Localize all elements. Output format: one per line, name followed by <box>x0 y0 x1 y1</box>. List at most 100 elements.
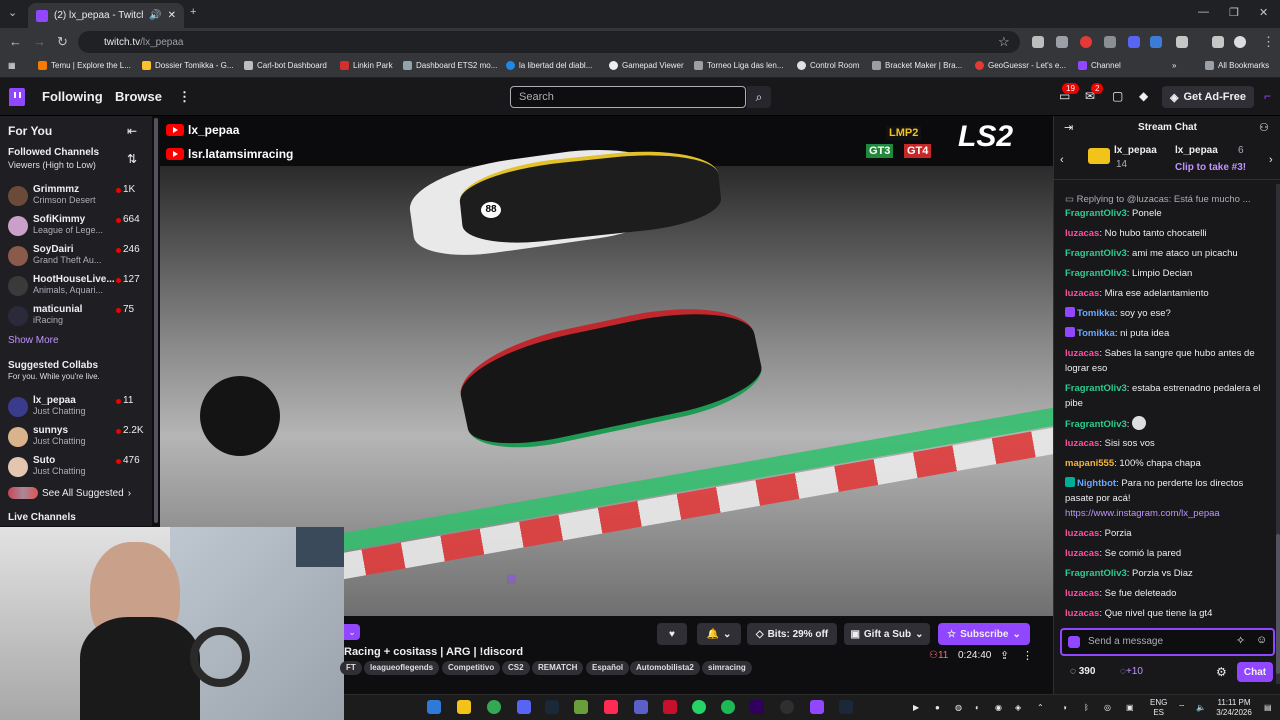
bookmark-item[interactable]: Channel <box>1078 61 1121 70</box>
app-icon[interactable] <box>634 700 648 714</box>
chat-username[interactable]: FragrantOliv3 <box>1065 208 1127 219</box>
minimize-icon[interactable]: — <box>1198 6 1209 18</box>
followed-channel[interactable]: maticunial iRacing 75 <box>8 302 148 332</box>
bookmark-item[interactable]: Carl-bot Dashboard <box>244 61 327 70</box>
points-bonus[interactable]: ◌+10 <box>1120 666 1143 677</box>
bookmark-item[interactable]: GeoGuessr - Let's e... <box>975 61 1066 70</box>
tab-close-icon[interactable]: ✕ <box>168 10 176 21</box>
extension-icon[interactable] <box>1080 36 1092 48</box>
tab-audio-icon[interactable]: 🔊 <box>149 10 161 21</box>
bits-cheer-icon[interactable]: ✧ <box>1236 634 1245 647</box>
chat-identity-icon[interactable] <box>1068 636 1080 648</box>
extension-icon[interactable] <box>1150 36 1162 48</box>
chat-username[interactable]: luzacas <box>1065 348 1099 359</box>
tag[interactable]: REMATCH <box>532 661 584 675</box>
more-menu-icon[interactable]: ⋮ <box>178 89 191 105</box>
tray-app-icon[interactable]: ◎ <box>1104 703 1111 713</box>
chat-send-button[interactable]: Chat <box>1237 662 1273 682</box>
chat-settings-icon[interactable]: ⚙ <box>1216 665 1227 679</box>
chat-username[interactable]: luzacas <box>1065 588 1099 599</box>
bookmark-star-icon[interactable]: ☆ <box>998 34 1010 50</box>
tag[interactable]: Competitivo <box>442 661 501 675</box>
notifications-bell-button[interactable]: 🔔 ⌄ <box>697 623 741 645</box>
chat-scrollbar[interactable] <box>1276 184 1280 684</box>
tray-overflow-icon[interactable]: ⌃ <box>1037 703 1044 713</box>
bookmark-item[interactable]: Linkin Park <box>340 61 393 70</box>
tag[interactable]: simracing <box>702 661 752 675</box>
all-bookmarks[interactable]: All Bookmarks <box>1205 61 1269 70</box>
app-icon[interactable] <box>574 700 588 714</box>
tag[interactable]: FT <box>340 661 362 675</box>
bookmark-item[interactable]: Control Room <box>797 61 859 70</box>
tag[interactable]: leagueoflegends <box>364 661 440 675</box>
search-icon[interactable]: ⌕ <box>747 86 771 108</box>
bits-icon[interactable]: ◆ <box>1139 89 1148 103</box>
whatsapp-icon[interactable] <box>692 700 706 714</box>
tray-headset-icon[interactable]: ◑ <box>1062 703 1067 713</box>
profile-icon[interactable]: ⌐ <box>1264 89 1271 103</box>
chat-username[interactable]: luzacas <box>1065 548 1099 559</box>
profile-avatar-icon[interactable] <box>1234 36 1246 48</box>
bookmark-item[interactable]: Gamepad Viewer <box>609 61 684 70</box>
bookmark-item[interactable]: la libertad del diabl... <box>506 61 592 70</box>
sidebar-scrollbar[interactable] <box>152 116 160 526</box>
bookmark-item[interactable]: Dossier Tomikka - G... <box>142 61 234 70</box>
chrome-icon[interactable] <box>487 700 501 714</box>
media-control-icon[interactable] <box>1212 36 1224 48</box>
new-tab-icon[interactable]: + <box>190 6 196 18</box>
spotify-icon[interactable] <box>721 700 735 714</box>
bookmark-item[interactable]: Dashboard ETS2 mo... <box>403 61 497 70</box>
chat-username[interactable]: FragrantOliv3 <box>1065 383 1127 394</box>
tab-search-icon[interactable]: ⌄ <box>8 6 17 19</box>
chat-username[interactable]: FragrantOliv3 <box>1065 568 1127 579</box>
app-icon[interactable] <box>810 700 824 714</box>
notification-center-icon[interactable]: ▤ <box>1264 703 1272 713</box>
chat-username[interactable]: luzacas <box>1065 288 1099 299</box>
bits-button[interactable]: ◇ Bits: 29% off <box>747 623 837 645</box>
share-icon[interactable]: ⇪ <box>1000 649 1009 662</box>
volume-icon[interactable]: 🔈 <box>1196 703 1206 713</box>
start-icon[interactable] <box>427 700 441 714</box>
extension-icon[interactable] <box>1104 36 1116 48</box>
bookmarks-overflow-icon[interactable]: » <box>1172 61 1176 70</box>
steam-icon[interactable] <box>545 700 559 714</box>
followed-channel[interactable]: SofiKimmy League of Lege... 664 <box>8 212 148 242</box>
chat-username[interactable]: Tomikka <box>1077 308 1115 319</box>
chevron-right-icon[interactable]: › <box>1269 154 1273 166</box>
gift-sub-button[interactable]: ▣ Gift a Sub ⌄ <box>844 623 930 645</box>
tray-bluetooth-icon[interactable]: ᛒ <box>1084 703 1089 713</box>
browser-menu-icon[interactable]: ⋮ <box>1262 34 1275 50</box>
tag[interactable]: Español <box>586 661 630 675</box>
community-icon[interactable]: ⚇ <box>1259 121 1269 134</box>
window-close-icon[interactable]: ✕ <box>1259 6 1268 19</box>
apps-grid-icon[interactable]: ▦ <box>8 61 16 70</box>
channel-points[interactable]: ◌ 390 <box>1070 666 1095 677</box>
app-icon[interactable] <box>663 700 677 714</box>
tray-steam-icon[interactable]: ◉ <box>995 703 1002 713</box>
chat-username[interactable]: Tomikka <box>1077 328 1115 339</box>
chat-username[interactable]: luzacas <box>1065 438 1099 449</box>
followed-channel[interactable]: HootHouseLive... Animals, Aquari... 127 <box>8 272 148 302</box>
search-input[interactable]: Search <box>510 86 746 108</box>
tray-play-icon[interactable]: ▶ <box>913 703 919 713</box>
chat-username[interactable]: FragrantOliv3 <box>1065 419 1127 430</box>
tiktok-icon[interactable] <box>604 700 618 714</box>
tray-app-icon[interactable]: ▣ <box>1126 703 1134 713</box>
language-indicator[interactable]: ENG ES <box>1150 698 1167 718</box>
sort-icon[interactable]: ⇅ <box>127 152 137 166</box>
collapse-sidebar-icon[interactable]: ⇤ <box>127 124 137 138</box>
more-options-icon[interactable]: ⋮ <box>1022 649 1033 662</box>
emote-picker-icon[interactable]: ☺ <box>1256 634 1267 646</box>
chat-username[interactable]: luzacas <box>1065 608 1099 619</box>
pinned-event-bar[interactable]: ‹ lx_pepaa 14 lx_pepaa 6 Clip to take #3… <box>1054 140 1280 180</box>
maximize-icon[interactable]: ❐ <box>1229 6 1239 19</box>
file-explorer-icon[interactable] <box>457 700 471 714</box>
following-link[interactable]: Following <box>42 89 103 104</box>
whispers-icon[interactable]: ▢ <box>1112 89 1123 103</box>
scrollbar-thumb[interactable] <box>154 118 158 523</box>
collab-channel[interactable]: sunnys Just Chatting 2.2K <box>8 423 148 453</box>
steam-icon[interactable] <box>839 700 853 714</box>
subscribe-button[interactable]: ☆ Subscribe ⌄ <box>938 623 1030 645</box>
chat-username[interactable]: FragrantOliv3 <box>1065 268 1127 279</box>
premiere-icon[interactable] <box>750 700 764 714</box>
